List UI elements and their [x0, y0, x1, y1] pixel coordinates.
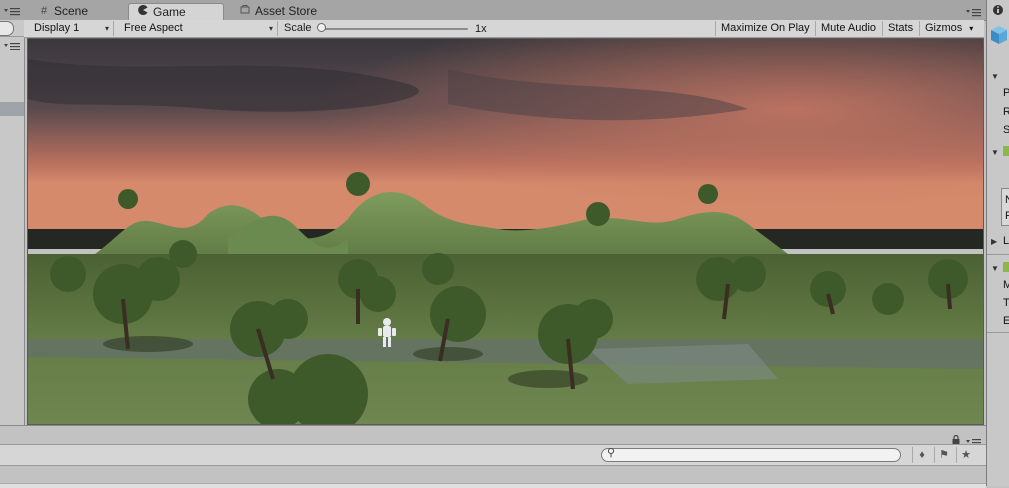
lock-icon[interactable]	[952, 434, 960, 444]
project-search-input[interactable]: ⚲	[601, 447, 901, 462]
aspect-dropdown[interactable]: Free Aspect ▾	[118, 21, 278, 36]
gizmos-label: Gizmos	[925, 22, 963, 34]
inspector-row-l: L	[1003, 235, 1009, 247]
expand-triangle-icon[interactable]: ▼	[991, 148, 999, 157]
display-dropdown-label: Display 1	[34, 22, 80, 34]
game-toolbar: Display 1 ▾ Free Aspect ▾ Scale 1x Maxim…	[24, 20, 984, 38]
filter-by-label-icon[interactable]: ⚑	[934, 447, 953, 463]
game-scene-render	[28, 39, 983, 424]
gizmos-dropdown[interactable]: Gizmos ▾	[919, 21, 976, 36]
divider	[987, 254, 1009, 255]
tab-game-label: Game	[153, 4, 186, 19]
game-viewport[interactable]	[27, 38, 984, 425]
scale-value: 1x	[475, 23, 487, 35]
chevron-updown-icon: ▾	[268, 24, 273, 33]
pacman-icon	[137, 4, 149, 21]
bag-icon	[239, 3, 251, 20]
inspector-row-r: R	[1003, 106, 1009, 118]
left-panel-menu-icon[interactable]	[4, 6, 22, 16]
project-toolbar: ⚲ ♦ ⚑ ★	[0, 444, 986, 466]
collapse-triangle-icon[interactable]: ▶	[991, 237, 997, 246]
scale-slider-thumb[interactable]	[317, 23, 326, 32]
grid-icon: #	[40, 5, 48, 17]
divider	[987, 332, 1009, 333]
search-icon: ⚲	[607, 447, 616, 459]
inspector-row-n: N	[1005, 194, 1009, 206]
stats-button[interactable]: Stats	[882, 21, 918, 36]
expand-triangle-icon[interactable]: ▼	[991, 264, 999, 273]
scale-label: Scale	[284, 22, 312, 34]
tab-strip: # Scene Game Asset Store	[0, 0, 986, 21]
terrain-component-icon	[1003, 146, 1009, 156]
gameobject-cube-icon	[990, 24, 1008, 48]
search-field-stub[interactable]	[0, 21, 14, 36]
create-dropdown-icon[interactable]	[4, 41, 22, 51]
filter-by-type-icon[interactable]: ♦	[912, 447, 931, 463]
inspector-panel: ▼ P R S ▼ N R ▶ L ▼ M T E	[986, 0, 1009, 486]
chevron-down-icon: ▾	[969, 24, 974, 33]
inspector-row-r2: R	[1005, 210, 1009, 222]
aspect-dropdown-label: Free Aspect	[124, 22, 183, 34]
chevron-updown-icon: ▾	[104, 24, 109, 33]
info-icon[interactable]	[993, 4, 1003, 16]
mute-audio-button[interactable]: Mute Audio	[815, 21, 881, 36]
divider	[0, 36, 24, 37]
inspector-row-m: M	[1003, 279, 1009, 291]
tab-asset-store[interactable]: Asset Store	[231, 3, 325, 20]
inspector-row-p: P	[1003, 87, 1009, 99]
bottom-panel: ⚲ ♦ ⚑ ★	[0, 425, 986, 488]
tab-scene-label: Scene	[54, 4, 89, 18]
display-dropdown[interactable]: Display 1 ▾	[28, 21, 114, 36]
tab-asset-store-label: Asset Store	[255, 4, 318, 18]
inspector-row-t: T	[1003, 297, 1009, 309]
tab-game[interactable]: Game	[128, 3, 224, 20]
favorites-star-icon[interactable]: ★	[956, 447, 975, 463]
left-panel	[0, 20, 25, 425]
inspector-row-s: S	[1003, 124, 1009, 136]
maximize-on-play-button[interactable]: Maximize On Play	[715, 21, 815, 36]
inspector-row-e: E	[1003, 315, 1009, 327]
expand-triangle-icon[interactable]: ▼	[991, 72, 999, 81]
collider-component-icon	[1003, 262, 1009, 272]
tab-menu-icon[interactable]	[966, 7, 982, 17]
selected-hierarchy-row[interactable]	[0, 102, 24, 116]
scale-slider-track[interactable]	[322, 28, 468, 30]
tab-scene[interactable]: # Scene	[30, 3, 96, 20]
